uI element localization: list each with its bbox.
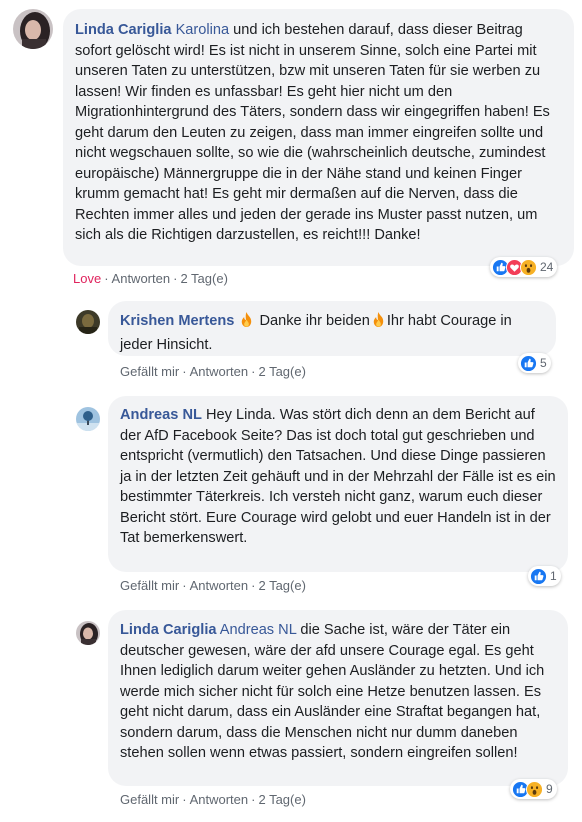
comment-body-4: die Sache ist, wäre der Täter ein deutsc…	[120, 622, 545, 761]
fire-icon	[238, 311, 255, 335]
avatar-krishen-photo	[76, 310, 100, 334]
fire-icon	[370, 311, 387, 335]
comment-timestamp[interactable]: 2 Tag(e)	[258, 364, 305, 379]
comment-mention-4[interactable]: Andreas NL	[220, 622, 297, 638]
separator: ·	[104, 271, 109, 286]
avatar-linda-reply[interactable]	[76, 621, 100, 645]
avatar-andreas[interactable]	[76, 407, 100, 431]
comment-author-3[interactable]: Andreas NL	[120, 407, 202, 423]
reaction-summary-3[interactable]: 1	[528, 566, 561, 586]
separator: ·	[251, 578, 256, 593]
separator: ·	[251, 364, 256, 379]
reaction-count-2: 5	[540, 356, 547, 370]
reaction-summary-1[interactable]: 24	[490, 257, 558, 277]
wow-icon	[526, 780, 543, 798]
separator: ·	[182, 578, 187, 593]
comment-mention-1[interactable]: Karolina	[176, 22, 230, 38]
comment-author-2[interactable]: Krishen Mertens	[120, 313, 234, 329]
comment-body-3: Hey Linda. Was stört dich denn an dem Be…	[120, 407, 556, 546]
comment-text-1: Linda Cariglia Karolina und ich bestehen…	[75, 20, 562, 246]
avatar-linda-photo	[13, 9, 53, 49]
comment-actions-3: Gefällt mir · Antworten · 2 Tag(e)	[120, 578, 306, 593]
comment-bubble-3: Andreas NL Hey Linda. Was stört dich den…	[108, 396, 568, 572]
reply-action[interactable]: Antworten	[112, 271, 171, 286]
avatar-linda[interactable]	[13, 9, 53, 49]
comment-author-4[interactable]: Linda Cariglia	[120, 622, 217, 638]
separator: ·	[182, 364, 187, 379]
comment-bubble-4: Linda Cariglia Andreas NL die Sache ist,…	[108, 610, 568, 786]
reaction-summary-4[interactable]: 9	[510, 779, 557, 799]
reply-action[interactable]: Antworten	[190, 792, 249, 807]
like-icon	[530, 567, 547, 585]
reply-action[interactable]: Antworten	[190, 578, 249, 593]
reaction-summary-2[interactable]: 5	[518, 353, 551, 373]
comment-bubble-2: Krishen Mertens Danke ihr beiden Ihr habt…	[108, 301, 556, 356]
like-action[interactable]: Gefällt mir	[120, 578, 179, 593]
comment-timestamp[interactable]: 2 Tag(e)	[258, 578, 305, 593]
comment-actions-1: Love · Antworten · 2 Tag(e)	[73, 271, 228, 286]
like-action[interactable]: Gefällt mir	[120, 364, 179, 379]
comment-bubble-1: Linda Cariglia Karolina und ich bestehen…	[63, 9, 574, 266]
like-action[interactable]: Gefällt mir	[120, 792, 179, 807]
comment-actions-4: Gefällt mir · Antworten · 2 Tag(e)	[120, 792, 306, 807]
comment-text-2: Krishen Mertens Danke ihr beiden Ihr habt…	[120, 311, 544, 355]
comment-actions-2: Gefällt mir · Antworten · 2 Tag(e)	[120, 364, 306, 379]
avatar-linda-reply-photo	[76, 621, 100, 645]
separator: ·	[173, 271, 178, 286]
comment-author-1[interactable]: Linda Cariglia	[75, 22, 172, 38]
reaction-count-1: 24	[540, 260, 554, 274]
comment-body-2a: Danke ihr beiden	[255, 313, 370, 329]
avatar-andreas-photo	[76, 407, 100, 431]
comment-body-1: und ich bestehen darauf, dass dieser Bei…	[75, 22, 550, 243]
comment-timestamp[interactable]: 2 Tag(e)	[258, 792, 305, 807]
comment-text-4: Linda Cariglia Andreas NL die Sache ist,…	[120, 620, 556, 764]
comment-text-3: Andreas NL Hey Linda. Was stört dich den…	[120, 405, 556, 549]
separator: ·	[182, 792, 187, 807]
separator: ·	[251, 792, 256, 807]
reaction-count-4: 9	[546, 782, 553, 796]
reply-action[interactable]: Antworten	[190, 364, 249, 379]
reaction-count-3: 1	[550, 569, 557, 583]
like-icon	[520, 354, 537, 372]
love-action[interactable]: Love	[73, 271, 101, 286]
avatar-krishen[interactable]	[76, 310, 100, 334]
wow-icon	[520, 258, 537, 276]
comment-timestamp[interactable]: 2 Tag(e)	[180, 271, 227, 286]
